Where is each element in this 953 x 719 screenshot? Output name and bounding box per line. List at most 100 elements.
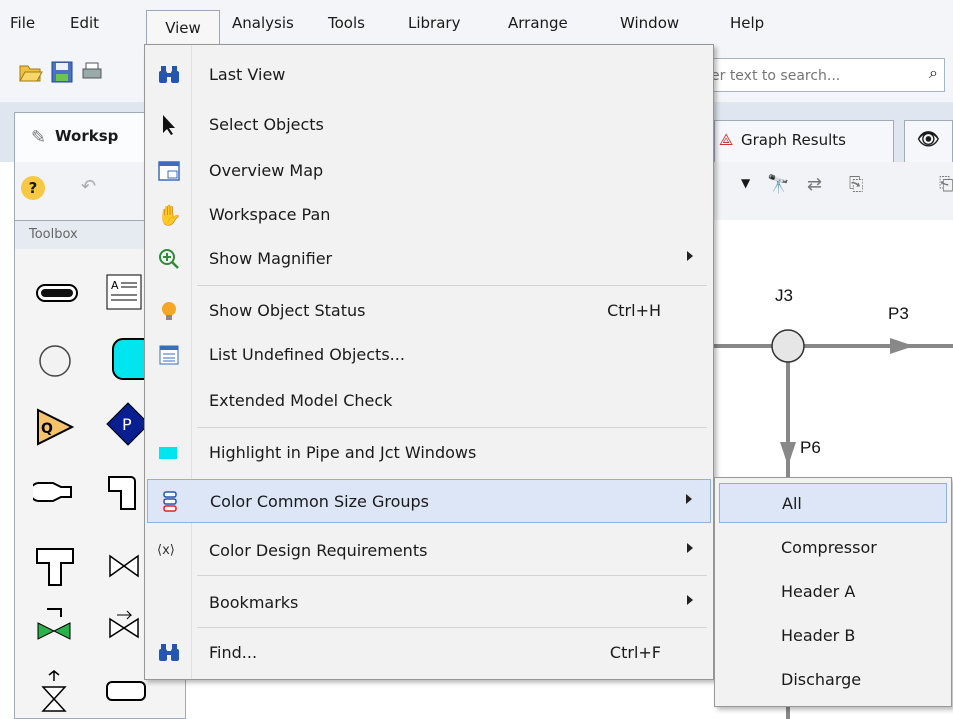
tab-graph-results[interactable]: ⟁ Graph Results (714, 120, 894, 162)
compressor-tool-icon[interactable]: Q (35, 407, 75, 447)
menu-item-label: Last View (209, 65, 286, 84)
submenu-item-label: All (782, 494, 802, 513)
svg-text:Q: Q (41, 421, 53, 437)
menu-item-shortcut: Ctrl+F (609, 643, 661, 662)
menu-item-label: Color Design Requirements (209, 541, 428, 560)
menu-item-label: Show Object Status (209, 301, 366, 320)
menu-separator (197, 627, 707, 628)
pipe-p3[interactable] (714, 344, 953, 348)
menu-item-label: Color Common Size Groups (210, 492, 429, 511)
flow-arrow-down (780, 442, 796, 466)
junction-tool-icon[interactable] (37, 343, 73, 379)
menu-item-highlight-in-pipe-jct[interactable]: Highlight in Pipe and Jct Windows (147, 431, 711, 475)
menu-help[interactable]: Help (722, 12, 772, 34)
search-icon[interactable]: ⌕ (929, 63, 938, 83)
print-icon[interactable] (80, 60, 104, 84)
submenu-item-compressor[interactable]: Compressor (719, 528, 947, 568)
tee-tool-icon[interactable] (33, 545, 77, 589)
align-right-icon[interactable]: ⎗ (939, 174, 953, 195)
submenu-item-discharge[interactable]: Discharge (719, 660, 947, 700)
search-box[interactable]: ⌕ (704, 58, 945, 92)
control-valve-tool-icon[interactable] (35, 605, 73, 645)
menu-item-extended-model-check[interactable]: Extended Model Check (147, 379, 711, 423)
menu-item-show-object-status[interactable]: Show Object Status Ctrl+H (147, 289, 711, 333)
menu-view[interactable]: View (146, 10, 220, 45)
submenu-arrow-icon (687, 595, 693, 605)
graph-results-icon: ⟁ (719, 130, 734, 149)
menu-item-shortcut: Ctrl+H (607, 301, 661, 320)
search-input[interactable] (709, 64, 903, 88)
reducer-tool-icon[interactable] (33, 479, 75, 505)
submenu-item-label: Discharge (781, 670, 862, 689)
menu-item-label: Find... (209, 643, 258, 662)
submenu-arrow-icon (686, 494, 692, 504)
junction-j3[interactable] (770, 328, 806, 364)
menu-item-label: Workspace Pan (209, 205, 331, 224)
menu-tools[interactable]: Tools (320, 12, 373, 34)
menu-item-overview-map[interactable]: Overview Map (147, 149, 711, 193)
submenu-item-label: Header B (781, 626, 856, 645)
help-icon[interactable]: ? (21, 176, 45, 200)
lightbulb-icon (157, 299, 181, 323)
menu-item-label: Extended Model Check (209, 391, 393, 410)
assigned-flow-tool-icon[interactable] (105, 679, 147, 703)
size-groups-icon (158, 490, 182, 514)
dropdown-arrow-icon[interactable]: ▼ (741, 176, 750, 190)
junction-j3-label: J3 (775, 286, 793, 305)
size-groups-submenu: All Compressor Header A Header B Dischar… (714, 477, 952, 707)
menu-arrange[interactable]: Arrange (500, 12, 576, 34)
tab-graph-results-label: Graph Results (741, 131, 846, 149)
flow-arrow-right (890, 338, 914, 354)
svg-text:P: P (122, 415, 132, 434)
submenu-item-label: Compressor (781, 538, 877, 557)
open-folder-icon[interactable] (18, 60, 44, 84)
design-requirements-icon: ⟨x⟩ (157, 543, 175, 558)
cursor-arrow-icon (157, 113, 181, 137)
tab-visual-report[interactable]: 👁 (904, 120, 953, 162)
valve-tool-icon[interactable] (107, 551, 141, 581)
menu-item-label: Show Magnifier (209, 249, 333, 268)
menu-item-color-design-requirements[interactable]: ⟨x⟩ Color Design Requirements (147, 529, 711, 573)
menu-item-show-magnifier[interactable]: Show Magnifier (147, 237, 711, 281)
magnifier-icon (157, 247, 181, 271)
annotation-tool-icon[interactable]: A (105, 273, 145, 313)
menu-item-label: Highlight in Pipe and Jct Windows (209, 443, 477, 462)
tab-workspace-label: Worksp (55, 127, 119, 145)
undo-icon[interactable]: ↶ (81, 176, 96, 197)
list-icon (157, 343, 181, 367)
menu-separator (197, 575, 707, 576)
menu-item-select-objects[interactable]: Select Objects (147, 103, 711, 147)
binoculars-icon (157, 641, 181, 665)
bend-tool-icon[interactable] (105, 473, 145, 513)
menu-analysis[interactable]: Analysis (224, 12, 302, 34)
swap-icon[interactable]: ⇄ (807, 174, 822, 195)
tab-workspace[interactable]: ✎ Worksp (14, 112, 154, 162)
find-binoculars-icon[interactable]: 🔭 (767, 174, 789, 195)
menu-library[interactable]: Library (400, 12, 468, 34)
menu-separator (197, 427, 707, 428)
svg-text:A: A (111, 279, 119, 292)
menu-separator (197, 285, 707, 286)
menu-item-find[interactable]: Find... Ctrl+F (147, 631, 711, 675)
menu-item-label: Select Objects (209, 115, 324, 134)
submenu-arrow-icon (687, 251, 693, 261)
submenu-item-header-b[interactable]: Header B (719, 616, 947, 656)
submenu-item-all[interactable]: All (719, 483, 947, 523)
menu-file[interactable]: File (2, 12, 43, 34)
menu-window[interactable]: Window (612, 12, 687, 34)
save-icon[interactable] (50, 60, 74, 84)
menu-item-last-view[interactable]: Last View (147, 53, 711, 97)
check-valve-tool-icon[interactable] (107, 609, 141, 641)
menu-item-list-undefined-objects[interactable]: List Undefined Objects... (147, 333, 711, 377)
pipe-tool-icon[interactable] (35, 281, 79, 305)
menu-item-bookmarks[interactable]: Bookmarks (147, 581, 711, 625)
view-menu-dropdown: Last View Select Objects Overview Map ✋ … (144, 44, 714, 680)
menu-item-color-common-size-groups[interactable]: Color Common Size Groups (147, 479, 711, 523)
submenu-item-label: Header A (781, 582, 856, 601)
menu-edit[interactable]: Edit (62, 12, 107, 34)
relief-valve-tool-icon[interactable] (37, 669, 71, 713)
align-icon[interactable]: ⎘ (849, 174, 863, 195)
binoculars-icon (157, 63, 181, 87)
menu-item-workspace-pan[interactable]: ✋ Workspace Pan (147, 193, 711, 237)
submenu-item-header-a[interactable]: Header A (719, 572, 947, 612)
